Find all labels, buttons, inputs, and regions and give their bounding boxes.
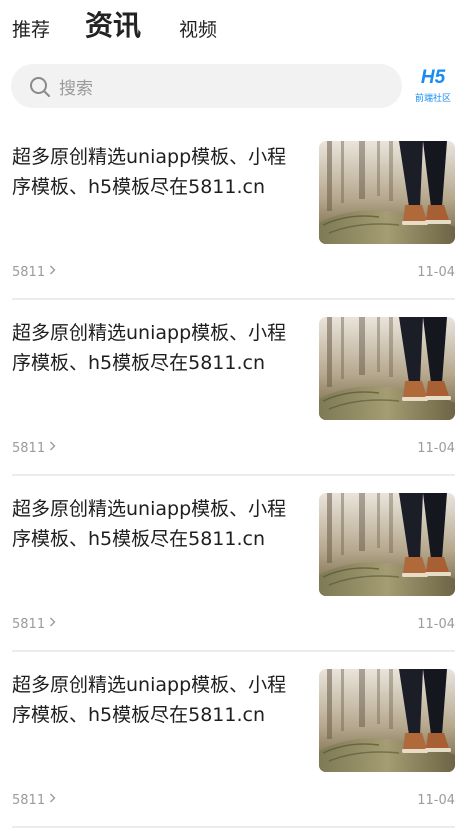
news-source[interactable]: 5811 — [12, 265, 56, 280]
news-date: 11-04 — [417, 265, 455, 280]
news-title[interactable]: 超多原创精选uniapp模板、小程序模板、h5模板尽在5811.cn — [12, 670, 302, 730]
chevron-right-icon — [50, 793, 56, 803]
boots-on-log-photo-icon — [319, 141, 455, 244]
news-date: 11-04 — [417, 441, 455, 456]
news-thumbnail[interactable] — [319, 317, 455, 420]
boots-on-log-photo-icon — [319, 493, 455, 596]
top-tab-bar: 推荐 资讯 视频 — [0, 0, 467, 52]
search-icon — [30, 77, 50, 97]
news-date: 11-04 — [417, 793, 455, 808]
news-date: 11-04 — [417, 617, 455, 632]
brand-logo[interactable]: H5 前端社区 — [410, 67, 456, 107]
news-list: 超多原创精选uniapp模板、小程序模板、h5模板尽在5811.cn 5811 … — [0, 128, 467, 832]
chevron-right-icon — [50, 265, 56, 275]
news-source-label: 5811 — [12, 441, 46, 456]
search-row: 搜索 H5 前端社区 — [0, 63, 467, 109]
news-thumbnail[interactable] — [319, 141, 455, 244]
tab-news[interactable]: 资讯 — [85, 4, 230, 47]
divider — [12, 650, 455, 652]
news-title[interactable]: 超多原创精选uniapp模板、小程序模板、h5模板尽在5811.cn — [12, 142, 302, 202]
news-title[interactable]: 超多原创精选uniapp模板、小程序模板、h5模板尽在5811.cn — [12, 494, 302, 554]
chevron-right-icon — [50, 441, 56, 451]
news-thumbnail[interactable] — [319, 493, 455, 596]
news-thumbnail[interactable] — [319, 669, 455, 772]
brand-title: H5 — [420, 67, 446, 88]
news-source-label: 5811 — [12, 793, 46, 808]
news-source-label: 5811 — [12, 617, 46, 632]
boots-on-log-photo-icon — [319, 317, 455, 420]
news-item[interactable]: 超多原创精选uniapp模板、小程序模板、h5模板尽在5811.cn 5811 … — [0, 128, 467, 304]
tab-recommend[interactable]: 推荐 — [12, 15, 50, 42]
divider — [12, 474, 455, 476]
news-source-label: 5811 — [12, 265, 46, 280]
news-item[interactable]: 超多原创精选uniapp模板、小程序模板、h5模板尽在5811.cn 5811 … — [0, 656, 467, 832]
brand-subtitle: 前端社区 — [414, 94, 451, 104]
news-title[interactable]: 超多原创精选uniapp模板、小程序模板、h5模板尽在5811.cn — [12, 318, 302, 378]
news-source[interactable]: 5811 — [12, 441, 56, 456]
search-input[interactable]: 搜索 — [59, 74, 93, 99]
news-item[interactable]: 超多原创精选uniapp模板、小程序模板、h5模板尽在5811.cn 5811 … — [0, 304, 467, 480]
tab-news-label: 资讯 — [85, 9, 142, 42]
tab-video[interactable]: 视频 — [179, 15, 217, 42]
search-bar[interactable]: 搜索 — [11, 64, 402, 108]
divider — [12, 298, 455, 300]
news-item[interactable]: 超多原创精选uniapp模板、小程序模板、h5模板尽在5811.cn 5811 … — [0, 480, 467, 656]
divider — [12, 826, 455, 828]
boots-on-log-photo-icon — [319, 669, 455, 772]
news-source[interactable]: 5811 — [12, 617, 56, 632]
news-source[interactable]: 5811 — [12, 793, 56, 808]
chevron-right-icon — [50, 617, 56, 627]
